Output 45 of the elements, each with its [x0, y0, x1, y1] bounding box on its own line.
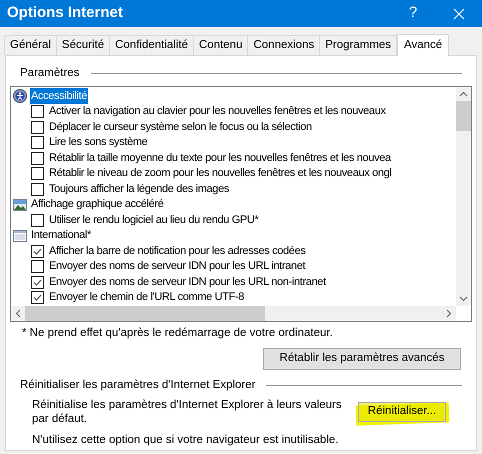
- checkbox[interactable]: [31, 105, 44, 118]
- checkbox[interactable]: [31, 120, 44, 134]
- checkbox[interactable]: [31, 244, 44, 258]
- option-label: Afficher la barre de notification pour les adresses codées: [49, 244, 306, 259]
- restore-button[interactable]: Rétablir les paramètres avancés: [263, 348, 461, 370]
- option-label: Rétablir le niveau de zoom pour les nouvelles fenêtres et les nouveaux ongl: [49, 166, 392, 182]
- tab[interactable]: Avancé: [397, 34, 450, 56]
- scroll-thumb[interactable]: [456, 101, 471, 132]
- window-title: Options Internet: [7, 3, 124, 24]
- checkbox[interactable]: [31, 167, 44, 180]
- checkbox[interactable]: [31, 136, 44, 149]
- horizontal-scrollbar[interactable]: [11, 306, 456, 322]
- option-label: Activer la navigation au clavier pour les nouvelles fenêtres et les nouveaux: [49, 104, 386, 120]
- option-label: Déplacer le curseur système selon le focus ou la sélection: [49, 120, 312, 135]
- image-icon: [13, 198, 27, 210]
- option-label: Toujours afficher la légende des images: [49, 182, 229, 197]
- tab[interactable]: Programmes: [319, 35, 398, 55]
- accessibility-icon: [13, 89, 27, 103]
- option-label: Envoyer le chemin de l'URL comme UTF-8: [49, 290, 244, 306]
- tab[interactable]: Général: [4, 35, 57, 55]
- reset-button[interactable]: Réinitialiser...: [358, 402, 446, 422]
- group-label: Paramètres: [20, 66, 80, 81]
- tree-group[interactable]: Affichage graphique accéléré: [30, 196, 164, 213]
- group-label: Réinitialiser les paramètres d'Internet Explorer: [20, 378, 256, 392]
- option-label: Envoyer des noms de serveur IDN pour les URL intranet: [49, 259, 306, 274]
- vertical-scrollbar[interactable]: [456, 87, 471, 306]
- checkbox[interactable]: [31, 291, 44, 304]
- option-label: Envoyer des noms de serveur IDN pour les URL non-intranet: [49, 274, 326, 290]
- option-label: Lire les sons système: [49, 135, 148, 150]
- scroll-thumb[interactable]: [25, 306, 265, 322]
- tree-group[interactable]: International*: [30, 227, 92, 244]
- checkbox[interactable]: [31, 214, 44, 226]
- help-button[interactable]: ?: [390, 0, 436, 27]
- window-icon: [13, 230, 27, 242]
- reset-description: Réinitialise les paramètres d'Internet Explorer à leurs valeurs par défaut.: [32, 398, 343, 426]
- tree-group[interactable]: Accessibilité: [30, 88, 88, 104]
- option-label: Rétablir la taille moyenne du texte pour les nouvelles fenêtres et les nouvea: [49, 150, 391, 166]
- checkbox[interactable]: [31, 182, 44, 196]
- checkbox[interactable]: [31, 276, 44, 288]
- checkbox[interactable]: [31, 260, 44, 273]
- reset-note: N'utilisez cette option que si votre navigateur est inutilisable.: [31, 432, 340, 448]
- footnote: * Ne prend effet qu'après le redémarrage de votre ordinateur.: [21, 326, 334, 342]
- checkbox[interactable]: [31, 152, 44, 164]
- close-icon: [453, 8, 465, 20]
- option-label: Utiliser le rendu logiciel au lieu du rendu GPU*: [49, 212, 258, 228]
